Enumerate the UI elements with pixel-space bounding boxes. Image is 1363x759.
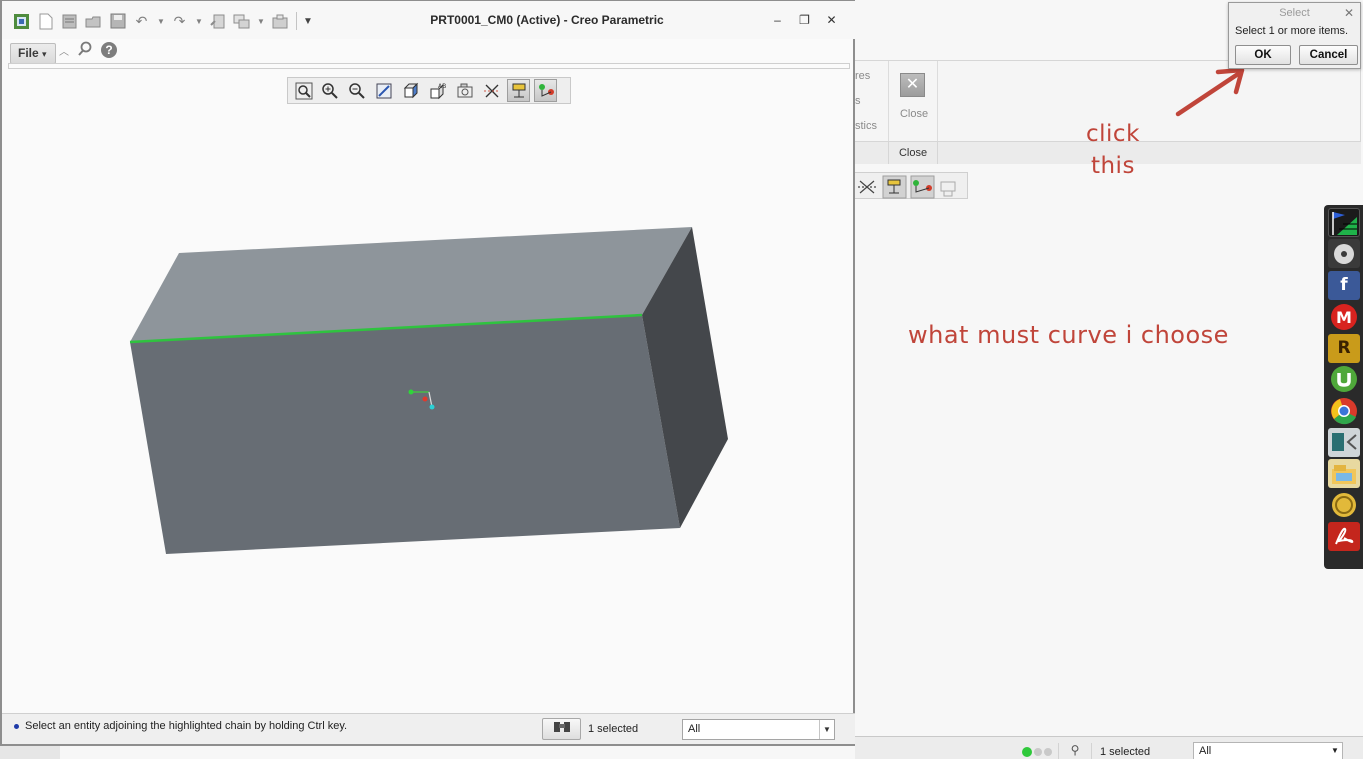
explorer-icon[interactable] (1328, 459, 1360, 489)
title-bar: ↶ ▼ ↷ ▼ ▼ ▼ PRT0001_CM0 (Active) - Creo … (2, 1, 855, 39)
repaint-icon[interactable] (373, 79, 396, 102)
select-dialog: Select ✕ Select 1 or more items. OK Canc… (1228, 2, 1361, 69)
close-icon[interactable]: ✕ (818, 12, 845, 28)
windows-dropdown-icon[interactable]: ▼ (256, 12, 266, 30)
creo-app-icon[interactable] (12, 12, 31, 30)
flag-app-icon[interactable] (1328, 208, 1360, 237)
undo-icon[interactable]: ↶ (132, 12, 151, 30)
svg-text:AB: AB (438, 83, 446, 90)
folder-arrow-icon[interactable] (1328, 427, 1360, 457)
zoom-out-icon[interactable] (346, 79, 369, 102)
selected-count: 1 selected (588, 723, 639, 735)
toolbar-separator (296, 12, 297, 30)
graphics-toolbar: AB (287, 77, 571, 104)
restore-icon[interactable]: ❐ (791, 12, 818, 28)
open-icon[interactable] (60, 12, 79, 30)
close-button-label[interactable]: Close (889, 108, 939, 120)
ribbon-cut-label: stics (855, 120, 877, 132)
zoom-in-icon[interactable] (319, 79, 342, 102)
print-icon (940, 181, 956, 197)
close-icon[interactable]: ✕ (1344, 5, 1354, 21)
customize-toolbar-icon[interactable]: ▼ (303, 12, 313, 30)
disc-icon[interactable] (1328, 239, 1360, 269)
selection-filter-icon[interactable] (507, 79, 531, 102)
annotation-line: click (1086, 121, 1140, 147)
dialog-title: Select (1279, 7, 1310, 19)
close-ribbon-group: ✕ Close (888, 61, 938, 141)
menu-row: File ▾ ︿ ? (8, 41, 850, 65)
quick-launch-bar: f M R (1324, 205, 1363, 569)
chevron-down-icon[interactable]: ▼ (1328, 743, 1342, 759)
redo-icon[interactable]: ↷ (170, 12, 189, 30)
creo-window: ↶ ▼ ↷ ▼ ▼ ▼ PRT0001_CM0 (Active) - Creo … (0, 0, 855, 746)
facebook-icon[interactable]: f (1328, 270, 1360, 300)
model-front-face (130, 315, 680, 554)
svg-text:M: M (1336, 308, 1352, 327)
chevron-down-icon[interactable]: ▼ (819, 720, 834, 739)
graphics-viewport[interactable] (2, 106, 855, 711)
chrome-icon[interactable] (1328, 396, 1360, 426)
gmail-icon[interactable]: M (1328, 302, 1360, 332)
status-lights (1022, 747, 1054, 757)
save-icon[interactable] (108, 12, 127, 30)
file-menu[interactable]: File ▾ (10, 43, 56, 64)
help-icon[interactable]: ? (101, 42, 117, 58)
menu-icons: ︿ ? (59, 41, 117, 59)
saved-orientations-icon[interactable]: AB (426, 79, 449, 102)
undo-dropdown-icon[interactable]: ▼ (156, 12, 166, 30)
ribbon-cut-label: res (855, 70, 871, 82)
background-status-bar: ⚲ 1 selected All ▼ (855, 736, 1363, 759)
datum-display-icon[interactable] (480, 79, 503, 102)
filter-value: All (688, 723, 701, 735)
annotation-arrow-icon (1175, 67, 1245, 117)
annotation-line: this (1090, 153, 1135, 179)
cancel-button[interactable]: Cancel (1299, 45, 1358, 65)
find-button[interactable] (542, 718, 581, 740)
status-bar: Select an entity adjoining the highlight… (2, 713, 855, 744)
refit-icon[interactable] (292, 79, 315, 102)
background-filter-value: All (1199, 745, 1212, 757)
display-style-icon[interactable] (400, 79, 423, 102)
r-app-icon[interactable]: R (1328, 333, 1360, 363)
dialog-message: Select 1 or more items. (1235, 25, 1349, 37)
ribbon-cut-label: s (855, 95, 861, 107)
regenerate-icon[interactable] (208, 12, 227, 30)
redo-dropdown-icon[interactable]: ▼ (194, 12, 204, 30)
acrobat-icon[interactable] (1328, 521, 1360, 551)
utorrent-icon[interactable] (1328, 364, 1360, 394)
message-bullet-icon (14, 723, 19, 729)
quick-access-toolbar: ↶ ▼ ↷ ▼ ▼ ▼ (12, 10, 317, 32)
taskbar-corner (0, 745, 60, 759)
minimize-ribbon-icon[interactable]: ︿ (59, 43, 69, 58)
close-window-icon[interactable] (270, 12, 289, 30)
background-graphics-toolbar (855, 172, 968, 199)
minimize-icon[interactable]: – (764, 12, 791, 28)
coins-icon[interactable] (1328, 490, 1360, 520)
annotation-click-this: click this (1086, 118, 1140, 182)
windows-icon[interactable] (232, 12, 251, 30)
background-selected-count: 1 selected (1100, 746, 1151, 758)
new-file-icon[interactable] (36, 12, 55, 30)
chain-select-icon[interactable] (534, 79, 558, 102)
hide-datum-icon (858, 180, 876, 194)
background-toolbar-icons (858, 175, 956, 199)
search-icon[interactable] (77, 41, 93, 60)
status-message: Select an entity adjoining the highlight… (14, 720, 347, 732)
close-group-label: Close (888, 142, 938, 164)
file-menu-label: File (18, 46, 39, 60)
binoculars-icon (553, 722, 570, 732)
selection-filter-select[interactable]: All ▼ (682, 719, 835, 740)
ok-button[interactable]: OK (1235, 45, 1291, 65)
view-manager-icon[interactable] (453, 79, 476, 102)
collapsed-ribbon (8, 63, 850, 69)
chevron-down-icon: ▾ (42, 49, 47, 59)
binoculars-icon[interactable]: ⚲ (1058, 743, 1092, 759)
annotation-question: what must curve i choose (908, 321, 1229, 349)
background-filter-select[interactable]: All ▼ (1193, 742, 1343, 759)
open-folder-icon[interactable] (84, 12, 103, 30)
window-controls: – ❐ ✕ (764, 12, 845, 28)
close-icon[interactable]: ✕ (900, 73, 925, 97)
status-message-text: Select an entity adjoining the highlight… (25, 720, 348, 732)
